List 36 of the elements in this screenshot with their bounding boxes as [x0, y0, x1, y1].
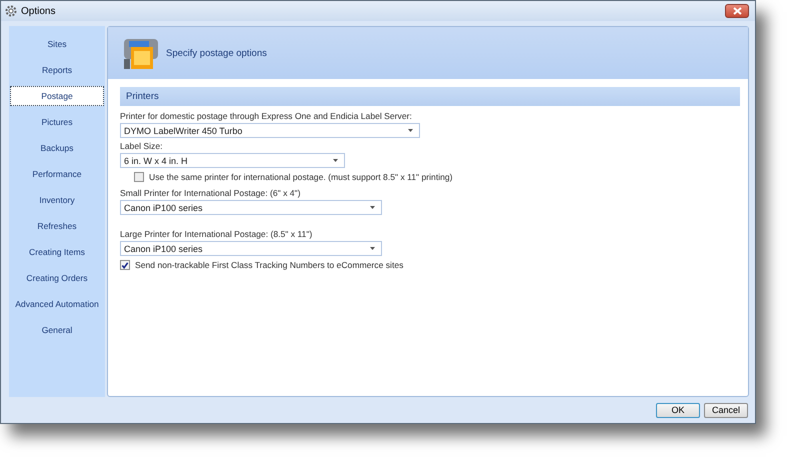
- ok-button[interactable]: OK: [656, 402, 700, 418]
- sidebar-item[interactable]: Creating Items: [10, 242, 104, 262]
- caret-icon: [370, 247, 375, 250]
- checkbox-label: Send non-trackable First Class Tracking Numbers to eCommerce sites: [135, 260, 404, 270]
- sidebar-item[interactable]: Creating Orders: [10, 268, 104, 288]
- checkbox[interactable]: [134, 172, 144, 182]
- caret-icon: [370, 206, 375, 209]
- sidebar-item[interactable]: Sites: [10, 34, 104, 54]
- printer-dropdown[interactable]: Canon iP100 series: [120, 200, 382, 215]
- checkbox-label: Use the same printer for international postage. (must support 8.5" x 11" printing): [149, 172, 453, 182]
- sidebar-item[interactable]: Advanced Automation: [10, 294, 104, 314]
- checkbox[interactable]: [120, 260, 130, 270]
- close-button[interactable]: [725, 4, 749, 18]
- field-label: Label Size:: [120, 141, 164, 151]
- sidebar-item[interactable]: Performance: [10, 164, 104, 184]
- window-title: Options: [21, 6, 56, 16]
- sidebar-item[interactable]: Refreshes: [10, 216, 104, 236]
- header-title: Specify postage options: [166, 48, 267, 58]
- sidebar-item[interactable]: Reports: [10, 60, 104, 80]
- printer-dropdown[interactable]: 6 in. W x 4 in. H: [120, 153, 345, 168]
- cancel-button[interactable]: Cancel: [704, 402, 748, 418]
- sidebar-item[interactable]: Inventory: [10, 190, 104, 210]
- caret-icon: [333, 159, 338, 162]
- sidebar-item[interactable]: Pictures: [10, 112, 104, 132]
- close-icon: [732, 7, 742, 15]
- sidebar-item[interactable]: General: [10, 320, 104, 340]
- printer-dropdown[interactable]: DYMO LabelWriter 450 Turbo: [120, 123, 420, 138]
- printer-dropdown[interactable]: Canon iP100 series: [120, 241, 382, 256]
- sidebar-item[interactable]: Backups: [10, 138, 104, 158]
- field-label: Printer for domestic postage through Express One and Endicia Label Server:: [120, 111, 413, 121]
- field-label: Large Printer for International Postage: (8.5" x 11"): [120, 229, 314, 239]
- sidebar-item[interactable]: Postage: [10, 86, 104, 106]
- section-header: Printers: [120, 87, 740, 106]
- caret-icon: [408, 129, 413, 132]
- field-label: Small Printer for International Postage: (6" x 4"): [120, 188, 302, 198]
- gear-icon: [5, 5, 17, 17]
